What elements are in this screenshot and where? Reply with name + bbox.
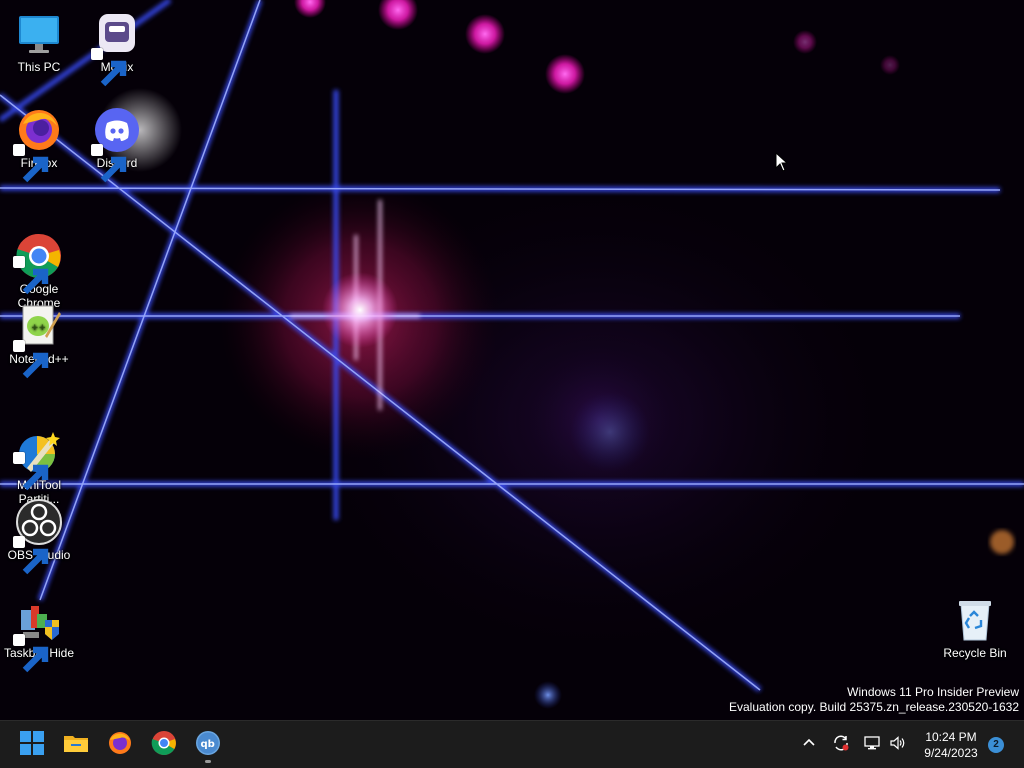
shortcut-arrow-icon xyxy=(13,536,49,575)
chrome-icon xyxy=(151,730,177,761)
tray-sync-button[interactable] xyxy=(829,733,853,757)
desktop-icon-this-pc[interactable]: This PC xyxy=(0,10,78,74)
taskbar-hide-icon xyxy=(13,596,63,673)
taskbar: qb 10:24 PM 9/24/2023 2 xyxy=(0,720,1024,768)
os-version-watermark: Windows 11 Pro Insider Preview Evaluatio… xyxy=(729,685,1019,715)
firefox-icon xyxy=(107,730,133,761)
qbittorrent-icon: qb xyxy=(195,730,221,761)
firefox-icon xyxy=(13,106,63,183)
motrix-icon xyxy=(91,10,141,87)
mouse-pointer-icon xyxy=(775,152,789,172)
shortcut-arrow-icon xyxy=(13,256,49,295)
taskbar-chrome-button[interactable] xyxy=(144,725,184,765)
clock-date: 9/24/2023 xyxy=(924,746,978,760)
taskbar-qbittorrent-button[interactable]: qb xyxy=(188,725,228,765)
desktop-icon-label: Recycle Bin xyxy=(943,646,1007,660)
folder-icon xyxy=(63,730,89,761)
start-button[interactable] xyxy=(12,725,52,765)
obs-icon xyxy=(13,498,63,575)
chevron-up-icon xyxy=(800,734,818,757)
volume-icon xyxy=(889,734,907,757)
shortcut-arrow-icon xyxy=(13,452,49,491)
taskbar-firefox-button[interactable] xyxy=(100,725,140,765)
recycle-bin-icon xyxy=(951,596,999,644)
sync-icon xyxy=(832,734,850,757)
notification-center-badge[interactable]: 2 xyxy=(988,737,1004,753)
minitool-icon xyxy=(13,414,63,491)
tray-network-button[interactable] xyxy=(860,733,884,757)
show-hidden-icons-button[interactable] xyxy=(797,733,821,757)
desktop-icon-label: This PC xyxy=(17,60,61,74)
desktop-icon-firefox[interactable]: Firefox xyxy=(0,106,78,183)
desktop[interactable]: This PC Motrix Firefox Discord Google Ch… xyxy=(0,0,1024,720)
svg-text:qb: qb xyxy=(201,739,215,750)
desktop-icon-discord[interactable]: Discord xyxy=(78,106,156,183)
watermark-line-2: Evaluation copy. Build 25375.zn_release.… xyxy=(729,700,1019,714)
tray-volume-button[interactable] xyxy=(886,733,910,757)
clock-time: 10:24 PM xyxy=(925,730,977,744)
running-indicator xyxy=(205,760,211,763)
clock[interactable]: 10:24 PM 9/24/2023 xyxy=(912,729,990,761)
desktop-icon-taskbar-hide[interactable]: Taskbar Hide xyxy=(0,596,78,673)
desktop-icon-recycle-bin[interactable]: Recycle Bin xyxy=(936,596,1014,660)
desktop-icon-notepadpp[interactable]: ++ Notepad++ xyxy=(0,302,78,379)
network-icon xyxy=(863,734,881,757)
shortcut-arrow-icon xyxy=(13,340,49,379)
desktop-icon-motrix[interactable]: Motrix xyxy=(78,10,156,87)
taskbar-file-explorer-button[interactable] xyxy=(56,725,96,765)
desktop-icon-obs-studio[interactable]: OBS Studio xyxy=(0,498,78,575)
notepadpp-icon: ++ xyxy=(13,302,63,379)
shortcut-arrow-icon xyxy=(91,48,127,87)
shortcut-arrow-icon xyxy=(91,144,127,183)
svg-text:++: ++ xyxy=(31,323,46,333)
watermark-line-1: Windows 11 Pro Insider Preview xyxy=(847,685,1019,699)
discord-icon xyxy=(91,106,141,183)
chrome-icon xyxy=(13,218,63,295)
windows-start-icon xyxy=(19,730,45,761)
monitor-icon xyxy=(15,10,63,58)
shortcut-arrow-icon xyxy=(13,144,49,183)
shortcut-arrow-icon xyxy=(13,634,49,673)
